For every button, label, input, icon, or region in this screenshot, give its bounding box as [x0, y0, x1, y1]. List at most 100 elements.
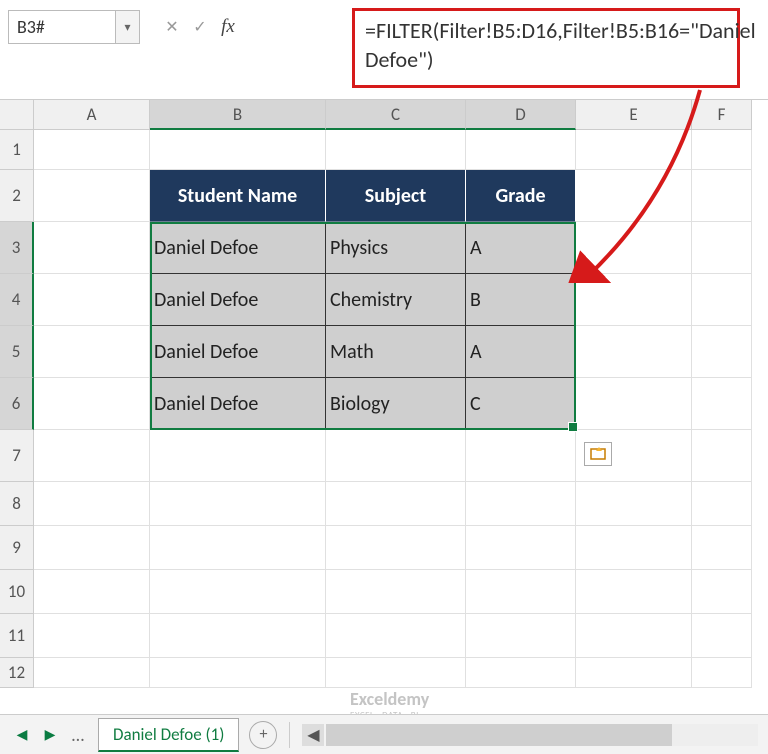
cell[interactable] — [576, 658, 692, 688]
row-header-2[interactable]: 2 — [0, 170, 34, 222]
row-header-7[interactable]: 7 — [0, 430, 34, 482]
cell[interactable] — [466, 658, 576, 688]
cell[interactable] — [150, 526, 326, 570]
cell[interactable] — [576, 130, 692, 170]
hscroll-thumb[interactable] — [326, 724, 671, 746]
cell[interactable] — [576, 482, 692, 526]
cell[interactable] — [34, 326, 150, 378]
cell[interactable]: Daniel Defoe — [150, 326, 326, 378]
row-header-1[interactable]: 1 — [0, 130, 34, 170]
cell[interactable] — [150, 658, 326, 688]
cell[interactable] — [466, 614, 576, 658]
cell[interactable] — [692, 658, 752, 688]
cell[interactable] — [692, 378, 752, 430]
cell[interactable] — [326, 130, 466, 170]
cell[interactable] — [150, 482, 326, 526]
cell[interactable]: A — [466, 326, 576, 378]
row-header-8[interactable]: 8 — [0, 482, 34, 526]
column-header-E[interactable]: E — [576, 100, 692, 130]
cell[interactable] — [692, 482, 752, 526]
cell[interactable] — [34, 570, 150, 614]
row-header-11[interactable]: 11 — [0, 614, 34, 658]
cell[interactable]: Daniel Defoe — [150, 378, 326, 430]
row-header-4[interactable]: 4 — [0, 274, 34, 326]
grid[interactable]: Student NameSubjectGradeDaniel DefoePhys… — [34, 130, 752, 688]
hscroll-left[interactable]: ◀ — [302, 724, 324, 746]
insert-function-button[interactable]: fx — [214, 13, 242, 41]
cell[interactable] — [34, 526, 150, 570]
cell[interactable] — [150, 130, 326, 170]
column-header-D[interactable]: D — [466, 100, 576, 130]
cell[interactable] — [150, 430, 326, 482]
cell[interactable] — [692, 526, 752, 570]
cell[interactable]: Subject — [326, 170, 466, 222]
cell[interactable] — [326, 570, 466, 614]
cell[interactable] — [692, 570, 752, 614]
cell[interactable] — [692, 430, 752, 482]
cell[interactable] — [326, 614, 466, 658]
cell[interactable] — [34, 274, 150, 326]
cell[interactable] — [576, 570, 692, 614]
name-box[interactable]: B3# — [8, 10, 116, 44]
cell[interactable] — [576, 326, 692, 378]
row-header-9[interactable]: 9 — [0, 526, 34, 570]
cell[interactable]: Biology — [326, 378, 466, 430]
row-header-6[interactable]: 6 — [0, 378, 34, 430]
cell[interactable] — [466, 130, 576, 170]
cell[interactable] — [692, 614, 752, 658]
tab-more[interactable]: … — [64, 724, 92, 746]
cell[interactable] — [326, 482, 466, 526]
enter-formula-button[interactable]: ✓ — [186, 13, 214, 41]
cell[interactable] — [326, 430, 466, 482]
select-all-corner[interactable] — [0, 100, 34, 130]
cell[interactable] — [34, 482, 150, 526]
column-header-B[interactable]: B — [150, 100, 326, 130]
cell[interactable] — [326, 658, 466, 688]
cell[interactable] — [150, 570, 326, 614]
cell[interactable] — [576, 614, 692, 658]
cell[interactable] — [466, 570, 576, 614]
row-header-10[interactable]: 10 — [0, 570, 34, 614]
cell[interactable] — [34, 430, 150, 482]
cell[interactable]: Chemistry — [326, 274, 466, 326]
tab-prev[interactable]: ◀ — [8, 721, 36, 749]
cell[interactable] — [34, 614, 150, 658]
cell[interactable] — [150, 614, 326, 658]
name-box-dropdown[interactable]: ▾ — [116, 10, 140, 44]
cell[interactable] — [692, 326, 752, 378]
cell[interactable]: B — [466, 274, 576, 326]
cell[interactable] — [466, 482, 576, 526]
cell[interactable]: Daniel Defoe — [150, 274, 326, 326]
cell[interactable]: A — [466, 222, 576, 274]
cell[interactable]: Physics — [326, 222, 466, 274]
cell[interactable] — [34, 222, 150, 274]
cell[interactable]: Grade — [466, 170, 576, 222]
cell[interactable] — [692, 130, 752, 170]
cell[interactable] — [576, 222, 692, 274]
cell[interactable] — [576, 526, 692, 570]
cell[interactable] — [34, 378, 150, 430]
cell[interactable] — [34, 130, 150, 170]
column-header-F[interactable]: F — [692, 100, 752, 130]
add-sheet-button[interactable]: + — [249, 721, 277, 749]
smart-tag-icon[interactable] — [584, 442, 612, 466]
cell[interactable]: Daniel Defoe — [150, 222, 326, 274]
cell[interactable]: C — [466, 378, 576, 430]
cell[interactable] — [34, 170, 150, 222]
cell[interactable] — [576, 378, 692, 430]
row-header-3[interactable]: 3 — [0, 222, 34, 274]
cell[interactable] — [576, 170, 692, 222]
cell[interactable] — [692, 170, 752, 222]
row-header-5[interactable]: 5 — [0, 326, 34, 378]
cancel-formula-button[interactable]: ✕ — [158, 13, 186, 41]
cell[interactable] — [326, 526, 466, 570]
cell[interactable]: Math — [326, 326, 466, 378]
cell[interactable] — [692, 222, 752, 274]
cell[interactable]: Student Name — [150, 170, 326, 222]
cell[interactable] — [34, 658, 150, 688]
cell[interactable] — [466, 430, 576, 482]
column-header-C[interactable]: C — [326, 100, 466, 130]
row-header-12[interactable]: 12 — [0, 658, 34, 688]
sheet-tab-active[interactable]: Daniel Defoe (1) — [98, 718, 239, 752]
column-header-A[interactable]: A — [34, 100, 150, 130]
